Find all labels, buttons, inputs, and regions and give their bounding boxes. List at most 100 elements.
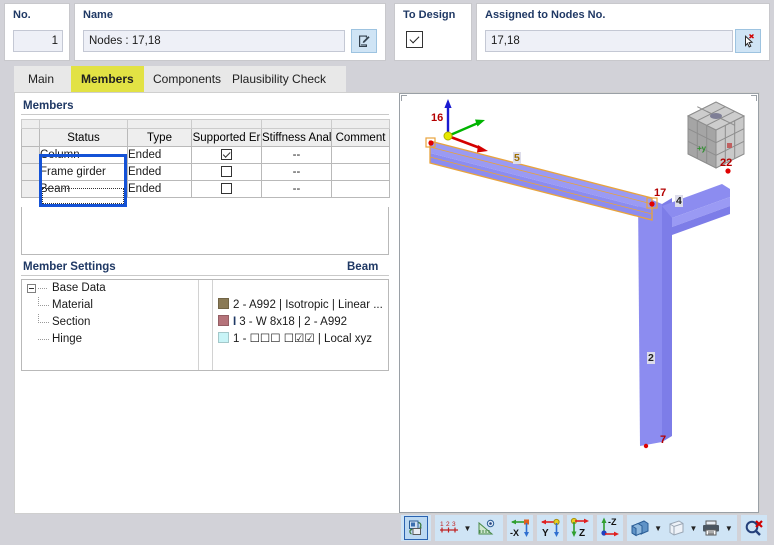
svg-text:-Z: -Z: [608, 517, 617, 527]
cell-status-1[interactable]: Column: [39, 146, 128, 164]
collapse-icon[interactable]: [27, 284, 36, 293]
cell-comment-3[interactable]: [331, 180, 390, 198]
node-label-22: 22: [720, 157, 733, 169]
cell-comment-2[interactable]: [331, 163, 390, 181]
pick-node-icon[interactable]: [735, 29, 761, 53]
measure-button[interactable]: [474, 516, 498, 540]
tree-node-material[interactable]: Material 2 - A992 | Isotropic | Linear .…: [22, 297, 388, 314]
tab-plausibility-check[interactable]: Plausibility Check: [222, 66, 336, 92]
tab-bar: Main Members Components Plausibility Che…: [14, 66, 760, 92]
edit-pencil-icon[interactable]: [351, 29, 377, 53]
to-design-checkbox[interactable]: [406, 31, 423, 48]
cell-status-2[interactable]: Frame girder: [39, 163, 128, 181]
members-table[interactable]: Status Type Supported Er Stiffness Anal …: [21, 119, 390, 198]
hinge-color-swatch: [218, 332, 229, 343]
view-z-button[interactable]: Z: [568, 516, 592, 540]
wireframe-dropdown[interactable]: ▼: [687, 516, 699, 540]
no-input[interactable]: 1: [13, 30, 63, 52]
tree-node-section[interactable]: Section I3 - W 8x18 | 2 - A992: [22, 314, 388, 331]
cell-stiffness-2[interactable]: --: [261, 163, 332, 181]
tree-node-hinge[interactable]: Hinge 1 - ☐☐☐ ☐☑☑ | Local xyz: [22, 331, 388, 348]
hinge-value-text: 1 - ☐☐☐ ☐☑☑ | Local xyz: [233, 333, 372, 345]
view-y-button[interactable]: Y: [538, 516, 562, 540]
tree-node-base-data[interactable]: Base Data: [22, 280, 388, 297]
member-label-5: 5: [513, 152, 521, 164]
column-header-status[interactable]: Status: [39, 128, 128, 147]
row-header-2[interactable]: [21, 163, 40, 181]
tree-dash-icon: [38, 339, 49, 341]
render-mode-button[interactable]: [629, 516, 652, 540]
supported-checkbox-3[interactable]: [221, 182, 232, 194]
print-dropdown[interactable]: ▼: [723, 516, 735, 540]
cell-supported-2[interactable]: [191, 163, 262, 181]
row-header-corner: [21, 128, 40, 147]
members-table-empty-area[interactable]: [21, 207, 389, 255]
wireframe-button[interactable]: [664, 516, 687, 540]
material-value-text: 2 - A992 | Isotropic | Linear ...: [233, 299, 383, 311]
cell-supported-3[interactable]: [191, 180, 262, 198]
toolbar-group-reset-zoom: [741, 515, 767, 541]
table-row[interactable]: Beam Ended --: [21, 180, 390, 198]
toolbar-group-view-z: Z: [567, 515, 593, 541]
supported-checkbox-1[interactable]: [221, 148, 232, 160]
model-3d-graphic: +y: [425, 99, 746, 449]
cell-stiffness-3[interactable]: --: [261, 180, 332, 198]
node-label-7: 7: [660, 434, 667, 446]
no-label: No.: [13, 9, 31, 21]
toolbar-group-view-minus-x: -X: [507, 515, 533, 541]
member-settings-context: Beam: [347, 261, 379, 273]
dialog-body: Members Status Type Supported Er Stiffne…: [14, 92, 767, 541]
numbering-button[interactable]: 1 2 3: [437, 516, 461, 540]
viewport-corner-tr: [751, 95, 757, 101]
table-row[interactable]: Frame girder Ended --: [21, 163, 390, 181]
assigned-nodes-label: Assigned to Nodes No.: [485, 9, 606, 21]
tree-dash-icon: [38, 305, 49, 307]
name-input[interactable]: Nodes : 17,18: [83, 30, 345, 52]
tree-value-material[interactable]: 2 - A992 | Isotropic | Linear ...: [218, 297, 383, 314]
section-value-text: 3 - W 8x18 | 2 - A992: [239, 316, 348, 328]
node-label-16: 16: [431, 112, 444, 124]
svg-text:1: 1: [440, 521, 444, 528]
cell-type-2[interactable]: Ended: [127, 163, 192, 181]
row-header-1[interactable]: [21, 146, 40, 164]
select-object-button[interactable]: [404, 516, 428, 540]
cell-stiffness-1[interactable]: --: [261, 146, 332, 164]
to-design-box: To Design: [394, 3, 472, 61]
toolbar-group-view-minus-z: -Z: [597, 515, 623, 541]
tree-value-section[interactable]: I3 - W 8x18 | 2 - A992: [218, 314, 347, 331]
svg-text:+y: +y: [697, 144, 707, 153]
svg-text:Y: Y: [542, 528, 549, 539]
print-button[interactable]: [700, 516, 723, 540]
cell-status-3[interactable]: Beam: [39, 180, 128, 198]
cell-type-3[interactable]: Ended: [127, 180, 192, 198]
cell-type-1[interactable]: Ended: [127, 146, 192, 164]
toolbar-group-view-y: Y: [537, 515, 563, 541]
tab-components[interactable]: Components: [143, 66, 231, 92]
numbering-dropdown[interactable]: ▼: [461, 516, 474, 540]
assigned-nodes-input[interactable]: 17,18: [485, 30, 733, 52]
viewport-corner-tl: [401, 95, 407, 101]
view-minus-z-button[interactable]: -Z: [598, 516, 622, 540]
column-header-type[interactable]: Type: [127, 128, 192, 147]
row-header-3[interactable]: [21, 180, 40, 198]
reset-zoom-button[interactable]: [742, 516, 766, 540]
member-settings-divider: [21, 275, 389, 276]
tab-main[interactable]: Main: [18, 66, 64, 92]
column-header-supported[interactable]: Supported Er: [191, 128, 262, 147]
tree-dash-icon: [38, 288, 47, 290]
cell-comment-1[interactable]: [331, 146, 390, 164]
tree-value-hinge[interactable]: 1 - ☐☐☐ ☐☑☑ | Local xyz: [218, 331, 372, 348]
tree-label-section: Section: [52, 316, 91, 328]
cell-supported-1[interactable]: [191, 146, 262, 164]
table-row[interactable]: Column Ended --: [21, 146, 390, 164]
table-spacer-row: [21, 119, 390, 129]
view-minus-x-button[interactable]: -X: [508, 516, 532, 540]
assigned-nodes-box: Assigned to Nodes No. 17,18: [476, 3, 770, 61]
column-header-comment[interactable]: Comment: [331, 128, 390, 147]
render-mode-dropdown[interactable]: ▼: [652, 516, 664, 540]
supported-checkbox-2[interactable]: [221, 165, 232, 177]
tab-members[interactable]: Members: [71, 66, 144, 92]
model-viewport[interactable]: +y 16 17 22 7 5 4 2: [399, 93, 759, 513]
column-header-stiffness[interactable]: Stiffness Anal: [261, 128, 332, 147]
member-settings-tree[interactable]: Base Data Material 2 - A992 | Isotropic …: [21, 279, 389, 371]
